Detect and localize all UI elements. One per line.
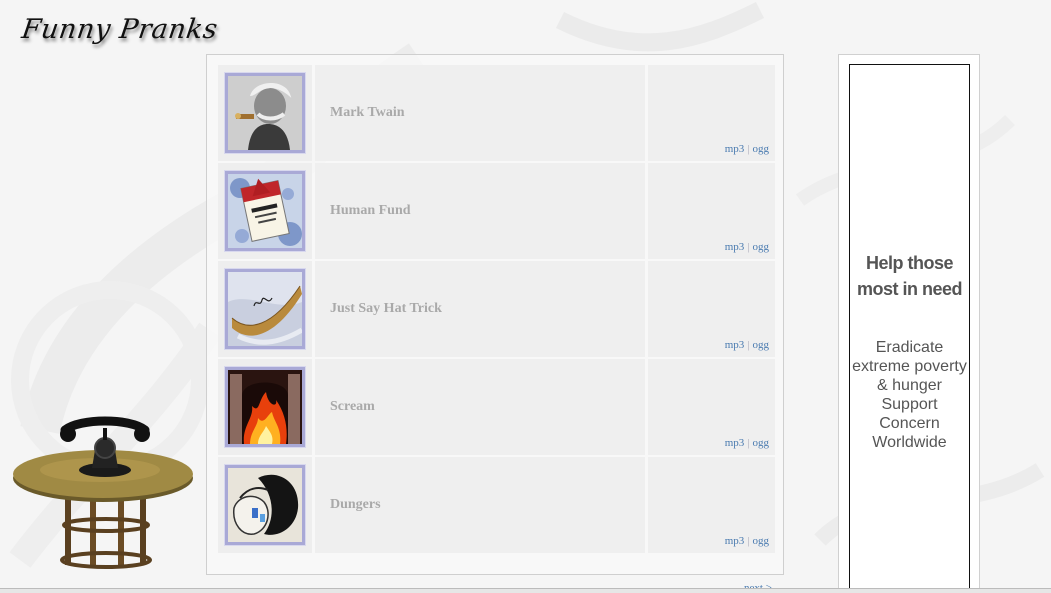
ad-body-line: Worldwide xyxy=(872,434,947,451)
download-links: mp3 | ogg xyxy=(725,437,769,449)
thumbnail-cell xyxy=(218,359,312,455)
download-links-cell: mp3 | ogg xyxy=(648,163,775,259)
prank-name[interactable]: Scream xyxy=(315,359,645,455)
download-links-cell: mp3 | ogg xyxy=(648,359,775,455)
prank-name[interactable]: Just Say Hat Trick xyxy=(315,261,645,357)
download-links: mp3 | ogg xyxy=(725,241,769,253)
download-links: mp3 | ogg xyxy=(725,535,769,547)
ogg-link[interactable]: ogg xyxy=(753,241,770,253)
download-links: mp3 | ogg xyxy=(725,143,769,155)
dungers-thumbnail[interactable] xyxy=(224,464,306,546)
link-separator: | xyxy=(747,535,750,547)
prank-name[interactable]: Dungers xyxy=(315,457,645,553)
list-item: Just Say Hat Trick mp3 | ogg xyxy=(218,261,775,357)
scream-thumbnail[interactable] xyxy=(224,366,306,448)
ad-sidebar: Help those most in need Eradicate extrem… xyxy=(838,54,980,593)
thumbnail-cell xyxy=(218,457,312,553)
telephone-table-image xyxy=(13,416,193,569)
charity-ad[interactable]: Help those most in need Eradicate extrem… xyxy=(849,64,970,593)
list-item: Dungers mp3 | ogg xyxy=(218,457,775,553)
mp3-link[interactable]: mp3 xyxy=(725,535,745,547)
link-separator: | xyxy=(747,143,750,155)
download-links-cell: mp3 | ogg xyxy=(648,65,775,161)
list-item: Mark Twain mp3 | ogg xyxy=(218,65,775,161)
thumbnail-cell xyxy=(218,65,312,161)
download-links-cell: mp3 | ogg xyxy=(648,457,775,553)
site-logo[interactable]: Funny Pranks xyxy=(20,14,220,45)
ogg-link[interactable]: ogg xyxy=(753,339,770,351)
link-separator: | xyxy=(747,241,750,253)
mp3-link[interactable]: mp3 xyxy=(725,437,745,449)
prank-name[interactable]: Human Fund xyxy=(315,163,645,259)
ad-body-line: extreme poverty xyxy=(852,358,967,375)
ad-body-line: Concern xyxy=(879,415,940,432)
list-item: Scream mp3 | ogg xyxy=(218,359,775,455)
ad-title-line: Help those xyxy=(865,253,954,273)
download-links: mp3 | ogg xyxy=(725,339,769,351)
ad-body-line: Support xyxy=(881,396,938,413)
mp3-link[interactable]: mp3 xyxy=(725,241,745,253)
download-links-cell: mp3 | ogg xyxy=(648,261,775,357)
thumbnail-cell xyxy=(218,163,312,259)
ogg-link[interactable]: ogg xyxy=(753,437,770,449)
prank-name[interactable]: Mark Twain xyxy=(315,65,645,161)
mp3-link[interactable]: mp3 xyxy=(725,143,745,155)
ogg-link[interactable]: ogg xyxy=(753,535,770,547)
mp3-link[interactable]: mp3 xyxy=(725,339,745,351)
human-fund-thumbnail[interactable] xyxy=(224,170,306,252)
ogg-link[interactable]: ogg xyxy=(753,143,770,155)
ad-title-line: most in need xyxy=(856,279,963,299)
ad-body: Eradicate extreme poverty & hunger Suppo… xyxy=(850,338,969,452)
link-separator: | xyxy=(747,339,750,351)
link-separator: | xyxy=(747,437,750,449)
list-item: Human Fund mp3 | ogg xyxy=(218,163,775,259)
hat-trick-thumbnail[interactable] xyxy=(224,268,306,350)
ad-body-line: & hunger xyxy=(877,377,942,394)
prank-list: Mark Twain mp3 | ogg Human Fund mp3 | og… xyxy=(206,54,784,575)
window-bottom-edge xyxy=(0,588,1051,593)
thumbnail-cell xyxy=(218,261,312,357)
ad-body-line: Eradicate xyxy=(875,339,944,356)
mark-twain-thumbnail[interactable] xyxy=(224,72,306,154)
ad-title: Help those most in need xyxy=(850,250,969,302)
